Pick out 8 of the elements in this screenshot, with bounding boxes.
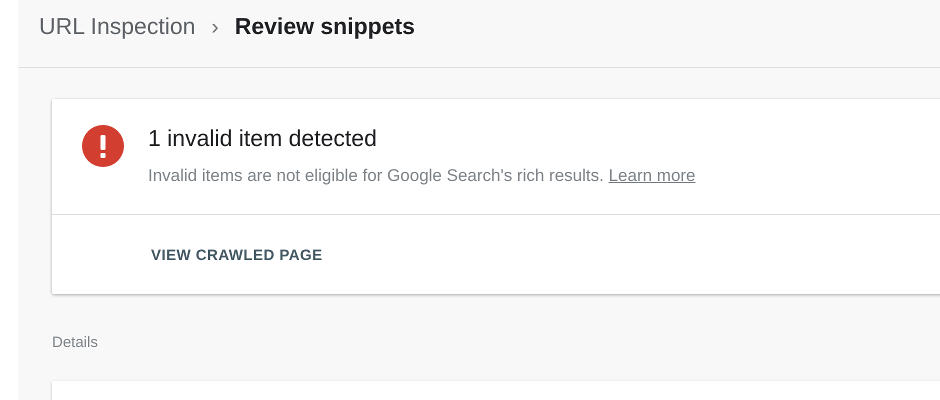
alert-title: 1 invalid item detected: [148, 125, 378, 153]
breadcrumb-separator: ›: [211, 13, 219, 41]
page-title: Review snippets: [234, 12, 415, 42]
alert-message: Invalid items are not eligible for Google Search's rich results. Learn more: [148, 164, 696, 187]
learn-more-link[interactable]: Learn more: [608, 166, 696, 185]
view-crawled-page-button[interactable]: VIEW CRAWLED PAGE: [151, 245, 323, 268]
section-heading: Details: [52, 332, 99, 353]
breadcrumb-link[interactable]: URL Inspection: [39, 9, 196, 44]
